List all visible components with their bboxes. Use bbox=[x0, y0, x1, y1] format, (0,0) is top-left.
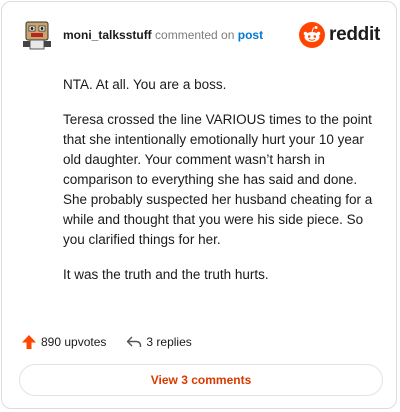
comment-paragraph: Teresa crossed the line VARIOUS times to… bbox=[63, 112, 373, 247]
avatar-icon bbox=[23, 21, 51, 50]
username-link[interactable]: moni_talksstuff bbox=[63, 28, 152, 42]
comment-footer: 890 upvotes 3 replies bbox=[21, 331, 380, 353]
comment-card: moni_talksstuff commented on post reddit… bbox=[1, 1, 397, 409]
view-comments-button[interactable]: View 3 comments bbox=[19, 364, 383, 396]
replies-button[interactable]: 3 replies bbox=[126, 334, 192, 350]
reply-count: 3 replies bbox=[146, 335, 192, 349]
user-avatar[interactable] bbox=[21, 19, 53, 51]
reddit-snoo-icon bbox=[299, 22, 326, 48]
reddit-logo[interactable]: reddit bbox=[299, 21, 380, 49]
upvote-arrow-icon bbox=[22, 335, 36, 349]
upvote-button[interactable]: 890 upvotes bbox=[21, 334, 106, 350]
comment-paragraph: It was the truth and the truth hurts. bbox=[63, 267, 269, 282]
comment-paragraph: NTA. At all. You are a boss. bbox=[63, 77, 227, 92]
comment-meta: moni_talksstuff commented on post bbox=[63, 28, 263, 42]
comment-body: NTA. At all. You are a boss. Teresa cros… bbox=[63, 75, 383, 300]
comment-header: moni_talksstuff commented on post reddit bbox=[21, 19, 380, 51]
post-link[interactable]: post bbox=[238, 28, 263, 42]
action-text: commented on bbox=[155, 28, 235, 42]
brand-wordmark: reddit bbox=[329, 24, 380, 45]
upvote-count: 890 upvotes bbox=[41, 335, 107, 349]
reply-arrow-icon bbox=[127, 336, 142, 347]
